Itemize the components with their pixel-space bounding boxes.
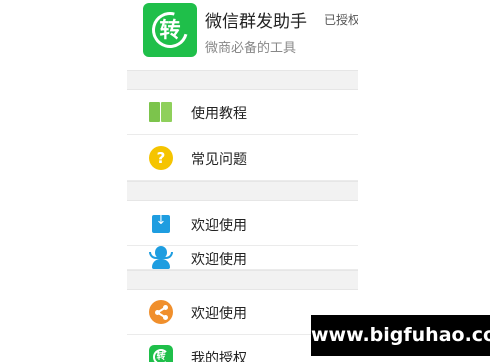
settings-panel: 转 微信群发助手 已授权 微商必备的工具 使用教程 ? 常见问题 ↓ 欢迎使用 …	[127, 0, 358, 362]
auth-icon: 转	[149, 345, 173, 362]
app-icon-glyph: 转	[159, 18, 181, 42]
menu-item-label: 欢迎使用	[191, 252, 247, 268]
menu-item-label: 欢迎使用	[191, 306, 247, 322]
watermark-banner: www.bigfuhao.com	[311, 315, 500, 356]
menu-item-faq[interactable]: ? 常见问题	[127, 135, 358, 181]
user-icon	[149, 246, 173, 270]
share-icon	[149, 300, 173, 324]
section-divider	[127, 270, 358, 290]
download-icon: ↓	[149, 211, 173, 235]
menu-item-tutorial[interactable]: 使用教程	[127, 90, 358, 135]
menu-item-label: 常见问题	[191, 152, 247, 168]
section-divider	[127, 70, 358, 90]
menu-item-label: 欢迎使用	[191, 218, 247, 234]
menu-item-label: 我的授权	[191, 351, 247, 362]
help-icon: ?	[149, 146, 173, 170]
transfer-icon: 转	[143, 3, 197, 57]
app-title: 微信群发助手	[205, 12, 307, 32]
app-subtitle: 微商必备的工具	[205, 41, 297, 56]
menu-item-label: 使用教程	[191, 106, 247, 122]
book-icon	[149, 100, 173, 124]
auth-status: 已授权	[324, 13, 358, 27]
section-divider	[127, 181, 358, 201]
app-header[interactable]: 转 微信群发助手 已授权 微商必备的工具	[127, 0, 358, 70]
menu-item-welcome-2[interactable]: 欢迎使用	[127, 246, 358, 270]
menu-item-welcome-1[interactable]: ↓ 欢迎使用	[127, 201, 358, 246]
